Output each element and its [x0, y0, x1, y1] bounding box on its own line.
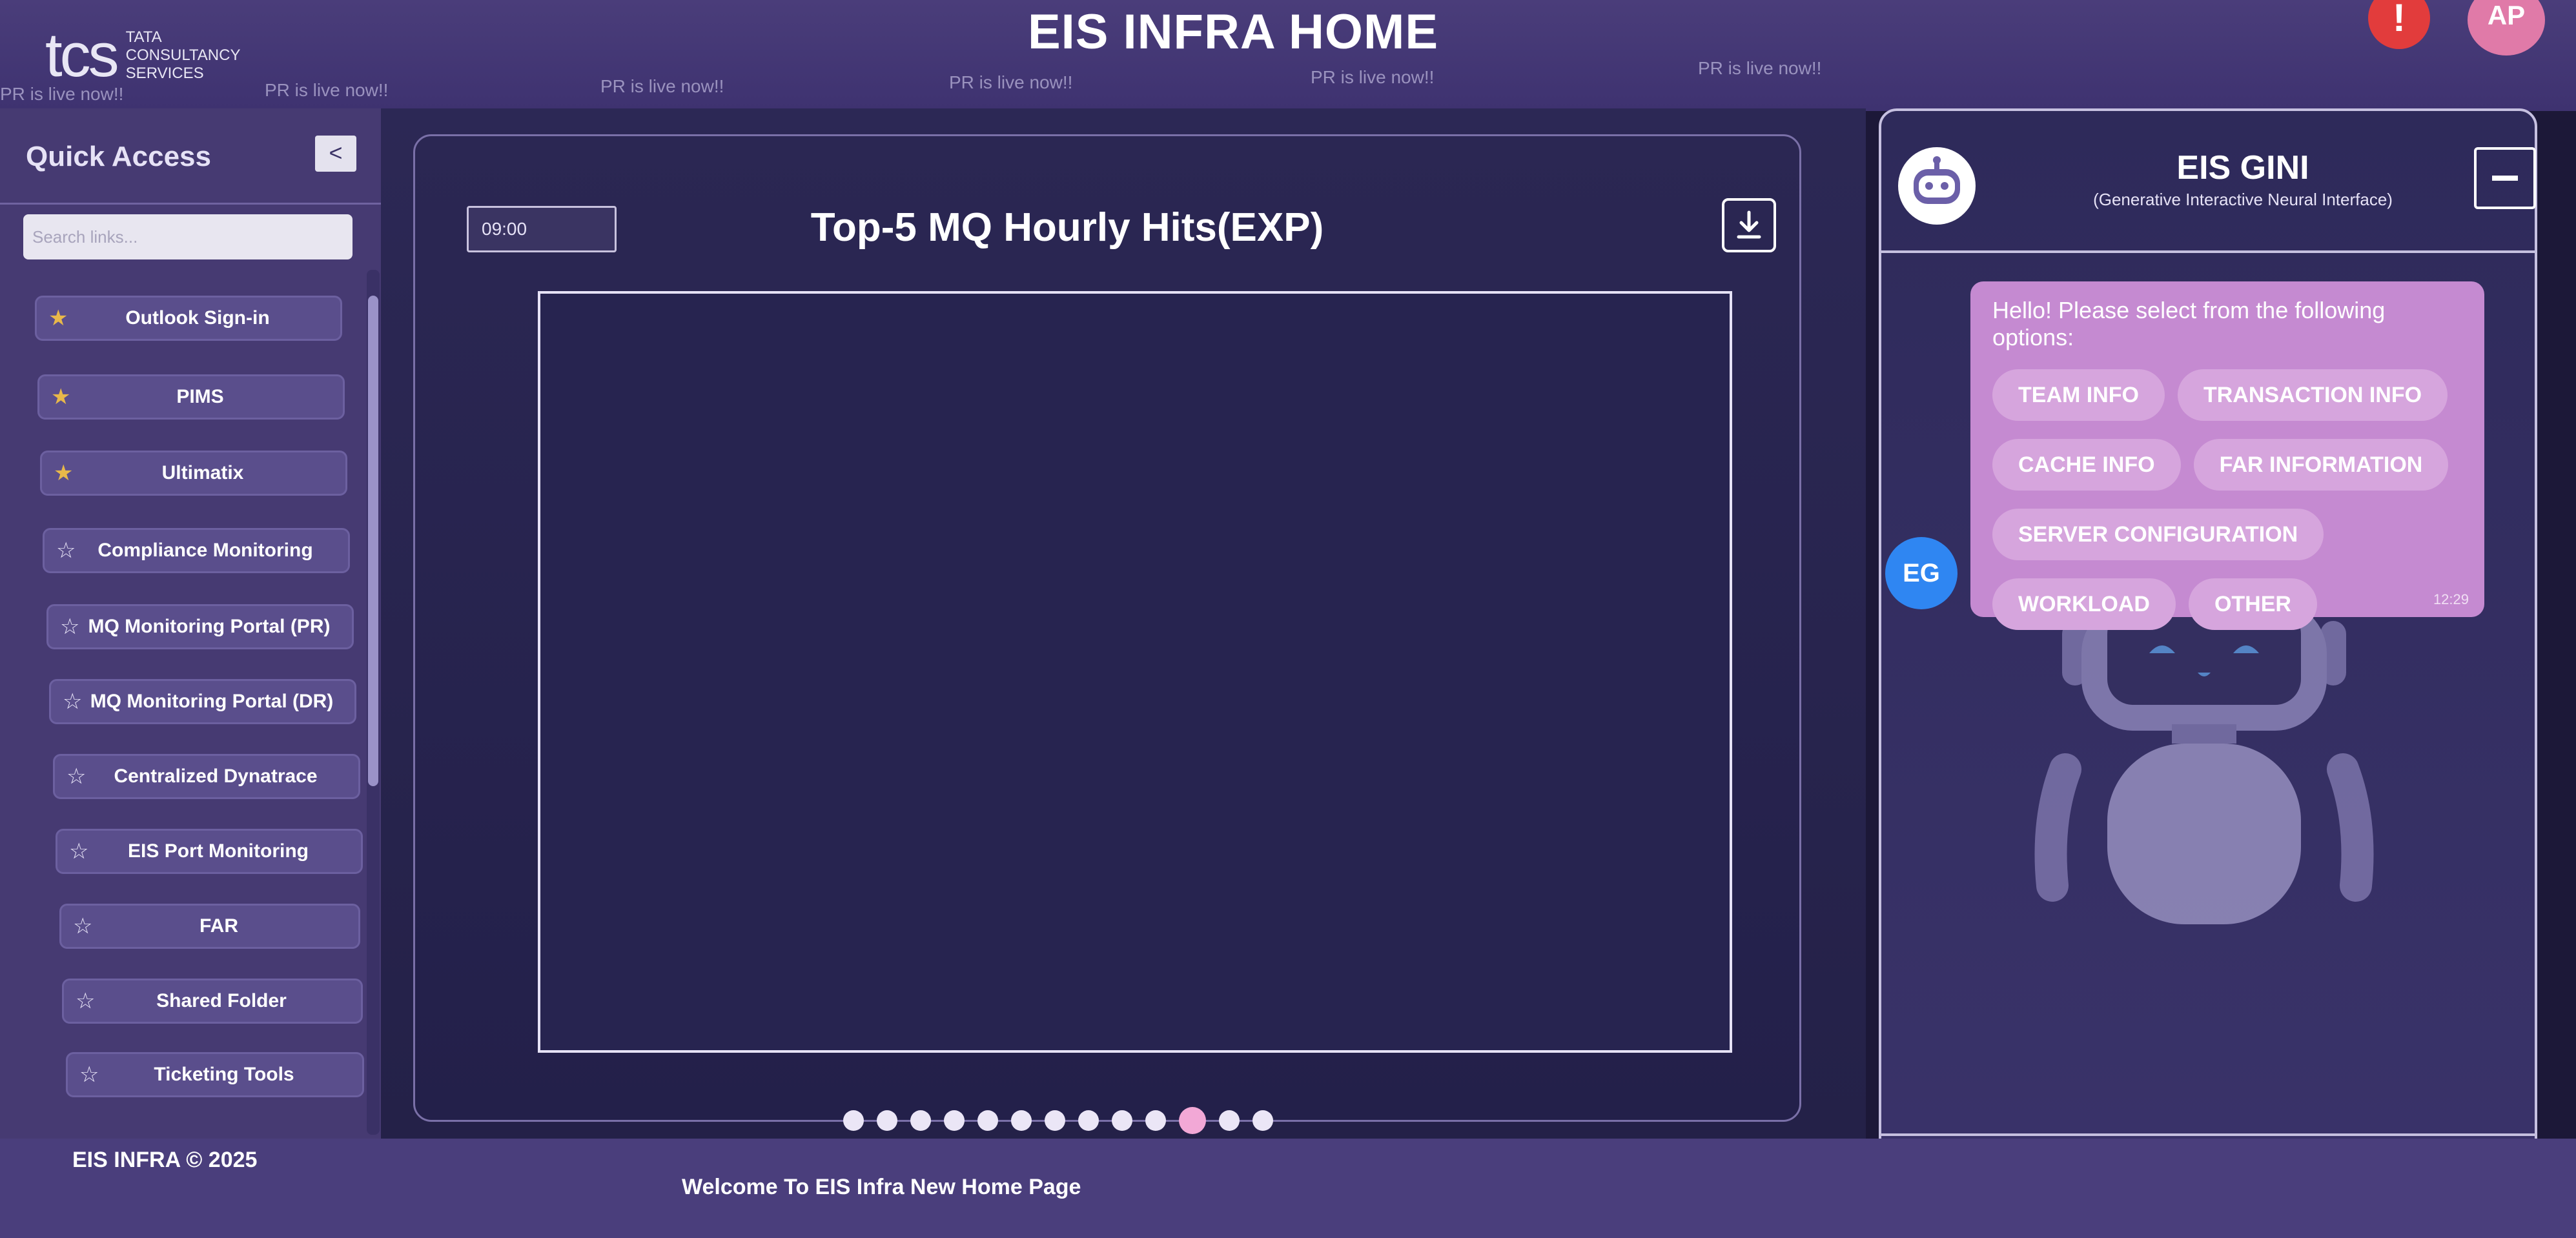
download-button[interactable] — [1722, 198, 1776, 252]
bot-badge: EG — [1885, 537, 1958, 609]
star-empty-icon[interactable]: ☆ — [73, 913, 99, 939]
sidebar-item-compliance-monitoring[interactable]: ☆ Compliance Monitoring — [43, 528, 350, 573]
sidebar-item-label: PIMS — [176, 386, 224, 407]
carousel-dot[interactable] — [1078, 1110, 1099, 1131]
ticker-item: PR is live now!! — [1311, 67, 1435, 87]
option-workload[interactable]: WORKLOAD — [1992, 578, 2176, 630]
quick-links-list: ★ Outlook Sign-in ★ PIMS ★ Ultimatix ☆ C… — [0, 108, 364, 1144]
scrollbar-thumb[interactable] — [368, 296, 378, 786]
carousel-dot[interactable] — [944, 1110, 965, 1131]
star-empty-icon[interactable]: ☆ — [60, 614, 86, 640]
carousel-dot[interactable] — [1179, 1107, 1206, 1134]
option-team-info[interactable]: TEAM INFO — [1992, 369, 2165, 421]
download-icon — [1737, 210, 1761, 239]
sidebar-item-label: Outlook Sign-in — [125, 307, 270, 329]
ticker-item: PR is live now!! — [265, 80, 389, 100]
option-row: SERVER CONFIGURATION — [1992, 509, 2469, 560]
sidebar-item-label: Shared Folder — [156, 990, 287, 1011]
sidebar-item-eis-port-monitoring[interactable]: ☆ EIS Port Monitoring — [56, 829, 363, 874]
robot-icon — [1898, 147, 1976, 225]
sidebar-item-mq-monitoring-pr[interactable]: ☆ MQ Monitoring Portal (PR) — [46, 604, 354, 649]
sidebar-item-pims[interactable]: ★ PIMS — [37, 374, 345, 420]
carousel-dot[interactable] — [1011, 1110, 1032, 1131]
option-transaction-info[interactable]: TRANSACTION INFO — [2177, 369, 2448, 421]
chat-greeting: Hello! Please select from the following … — [1992, 297, 2386, 350]
ticker-item: PR is live now!! — [0, 84, 124, 104]
sidebar-item-far[interactable]: ☆ FAR — [59, 904, 360, 949]
sidebar-item-label: MQ Monitoring Portal (DR) — [90, 691, 334, 712]
carousel-dot[interactable] — [877, 1110, 897, 1131]
sidebar-item-shared-folder[interactable]: ☆ Shared Folder — [62, 979, 363, 1024]
sidebar-item-ticketing-tools[interactable]: ☆ Ticketing Tools — [66, 1052, 364, 1097]
quick-access-sidebar: Quick Access < ★ Outlook Sign-in ★ PIMS … — [0, 108, 381, 1144]
star-filled-icon[interactable]: ★ — [54, 460, 79, 486]
sidebar-item-label: EIS Port Monitoring — [128, 840, 309, 862]
star-filled-icon[interactable]: ★ — [48, 305, 74, 331]
sidebar-scrollbar[interactable] — [367, 270, 380, 1135]
ticker-item: PR is live now!! — [600, 76, 724, 96]
robot-illustration — [2034, 602, 2374, 924]
footer-welcome-text: Welcome To EIS Infra New Home Page — [682, 1175, 1081, 1199]
star-filled-icon[interactable]: ★ — [51, 384, 77, 410]
carousel-dot[interactable] — [843, 1110, 864, 1131]
sidebar-item-label: MQ Monitoring Portal (PR) — [88, 616, 331, 637]
star-empty-icon[interactable]: ☆ — [56, 538, 82, 563]
sidebar-item-label: FAR — [199, 915, 238, 937]
sidebar-item-label: Centralized Dynatrace — [114, 766, 318, 787]
carousel-dot[interactable] — [977, 1110, 998, 1131]
chat-message-bubble: Hello! Please select from the following … — [1970, 281, 2484, 630]
option-row: TEAM INFO TRANSACTION INFO — [1992, 369, 2469, 421]
sidebar-item-label: Ultimatix — [161, 462, 244, 483]
announcement-ticker: PR is live now!! PR is live now!! PR is … — [0, 58, 2576, 104]
carousel-dot[interactable] — [1145, 1110, 1166, 1131]
carousel-dot[interactable] — [1045, 1110, 1065, 1131]
star-empty-icon[interactable]: ☆ — [66, 764, 92, 789]
chat-header: EIS GINI (Generative Interactive Neural … — [1881, 111, 2536, 253]
carousel-indicator — [843, 1107, 1273, 1134]
option-server-configuration[interactable]: SERVER CONFIGURATION — [1992, 509, 2324, 560]
carousel-dot[interactable] — [1112, 1110, 1132, 1131]
option-row: CACHE INFO FAR INFORMATION — [1992, 439, 2469, 491]
ticker-item: PR is live now!! — [1698, 58, 1822, 78]
user-avatar[interactable]: AP — [2468, 0, 2545, 56]
chart-title: Top-5 MQ Hourly Hits(EXP) — [810, 205, 1324, 250]
main-content: 09:00 Top-5 MQ Hourly Hits(EXP) — [381, 108, 1866, 1139]
option-other[interactable]: OTHER — [2188, 578, 2317, 630]
sidebar-item-label: Ticketing Tools — [154, 1064, 294, 1085]
chat-title: EIS GINI — [2176, 149, 2309, 187]
star-empty-icon[interactable]: ☆ — [79, 1062, 105, 1088]
chart-canvas — [538, 291, 1732, 1053]
option-row: WORKLOAD OTHER — [1992, 578, 2469, 630]
chat-input-divider — [1881, 1133, 2535, 1136]
star-empty-icon[interactable]: ☆ — [63, 689, 88, 715]
footer: EIS INFRA © 2025 Welcome To EIS Infra Ne… — [0, 1139, 2576, 1238]
time-selector[interactable]: 09:00 — [467, 206, 617, 252]
alert-icon[interactable]: ! — [2368, 0, 2430, 49]
sidebar-item-label: Compliance Monitoring — [97, 540, 313, 561]
sidebar-item-centralized-dynatrace[interactable]: ☆ Centralized Dynatrace — [53, 754, 360, 799]
top-header: tcs TATA CONSULTANCY SERVICES EIS INFRA … — [0, 0, 2576, 111]
sidebar-item-ultimatix[interactable]: ★ Ultimatix — [40, 451, 347, 496]
sidebar-item-outlook-sign-in[interactable]: ★ Outlook Sign-in — [35, 296, 342, 341]
page-title: EIS INFRA HOME — [1027, 5, 1439, 59]
chat-subtitle: (Generative Interactive Neural Interface… — [2093, 190, 2393, 209]
option-cache-info[interactable]: CACHE INFO — [1992, 439, 2181, 491]
carousel-dot[interactable] — [1219, 1110, 1240, 1131]
message-timestamp: 12:29 — [2433, 591, 2469, 607]
carousel-dot[interactable] — [1252, 1110, 1273, 1131]
chart-card: 09:00 Top-5 MQ Hourly Hits(EXP) — [413, 134, 1801, 1122]
star-empty-icon[interactable]: ☆ — [76, 988, 101, 1014]
eis-gini-chat-panel: EIS GINI (Generative Interactive Neural … — [1879, 108, 2537, 1204]
sidebar-item-mq-monitoring-dr[interactable]: ☆ MQ Monitoring Portal (DR) — [49, 679, 356, 724]
carousel-dot[interactable] — [910, 1110, 931, 1131]
ticker-item: PR is live now!! — [949, 72, 1073, 92]
minimize-chat-button[interactable] — [2474, 147, 2536, 209]
star-empty-icon[interactable]: ☆ — [69, 838, 95, 864]
footer-copyright: EIS INFRA © 2025 — [72, 1148, 258, 1172]
option-far-information[interactable]: FAR INFORMATION — [2193, 439, 2449, 491]
